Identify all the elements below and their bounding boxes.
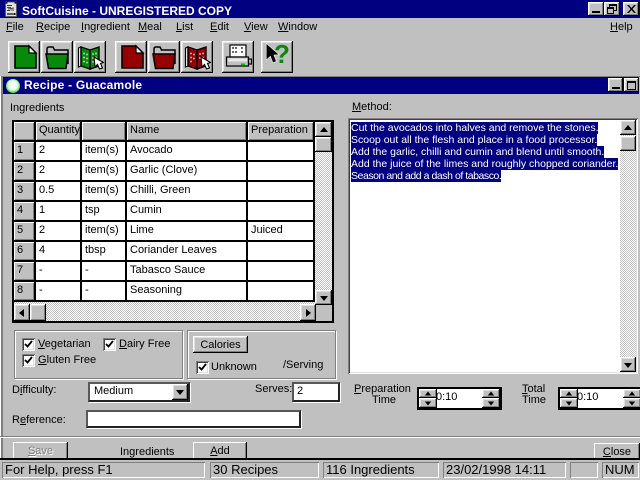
svg-text:?: ?	[274, 43, 290, 69]
